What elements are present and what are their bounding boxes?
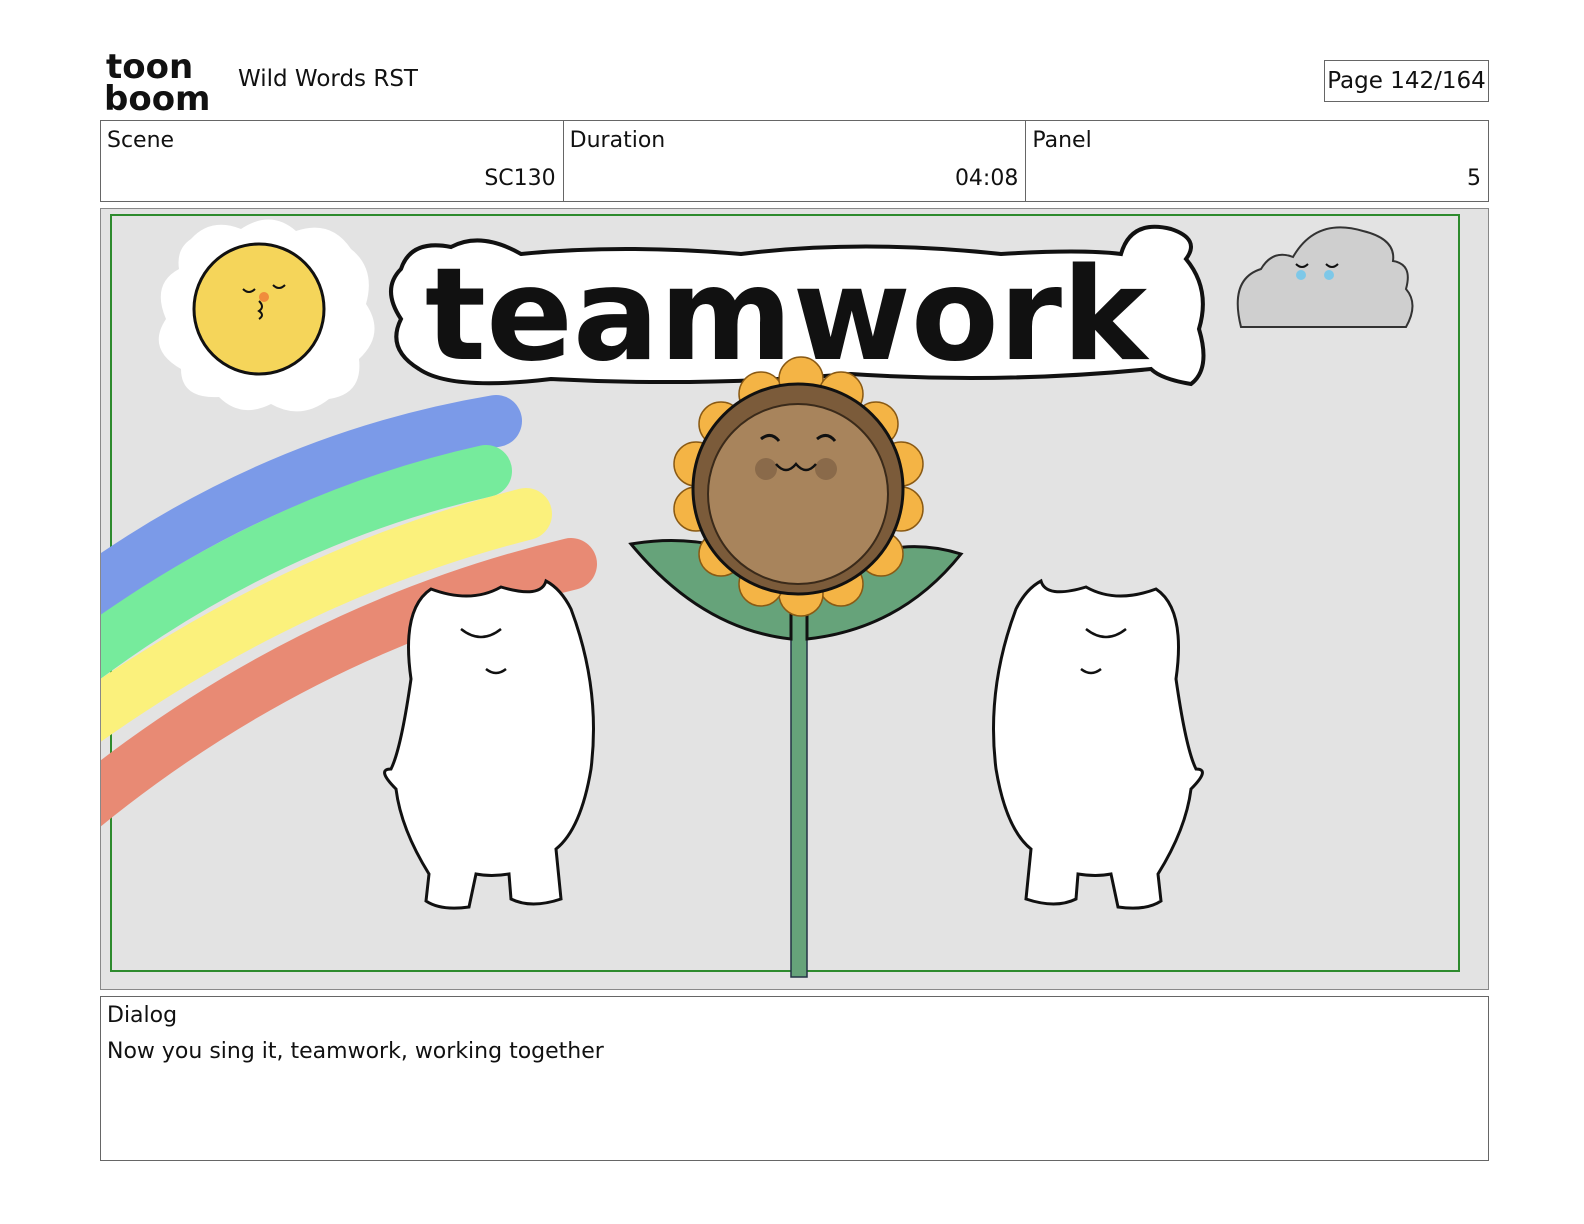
page-indicator: Page 142/164: [1324, 60, 1489, 102]
logo-text-bottom: boom: [104, 79, 210, 112]
duration-label: Duration: [569, 128, 666, 153]
right-character: [992, 578, 1204, 910]
panel-value: 5: [1467, 166, 1482, 191]
panel-label: Panel: [1032, 128, 1092, 153]
project-title: Wild Words RST: [238, 66, 418, 92]
panel-cell: Panel 5: [1026, 121, 1488, 201]
dialog-text: Now you sing it, teamwork, working toget…: [107, 1039, 604, 1064]
duration-cell: Duration 04:08: [564, 121, 1027, 201]
sunflower: [628, 356, 964, 978]
toonboom-logo: toon boom: [104, 47, 216, 119]
sun: [158, 219, 375, 412]
scene-cell: Scene SC130: [101, 121, 564, 201]
panel-info-row: Scene SC130 Duration 04:08 Panel 5: [100, 120, 1489, 202]
dialog-box: Dialog Now you sing it, teamwork, workin…: [100, 996, 1489, 1161]
cloud: [1236, 226, 1414, 328]
scene-value: SC130: [484, 166, 556, 191]
left-character: [383, 578, 595, 910]
scene-label: Scene: [107, 128, 175, 153]
dialog-label: Dialog: [107, 1003, 178, 1028]
storyboard-panel-image: teamwork: [100, 208, 1489, 990]
duration-value: 04:08: [954, 166, 1019, 191]
